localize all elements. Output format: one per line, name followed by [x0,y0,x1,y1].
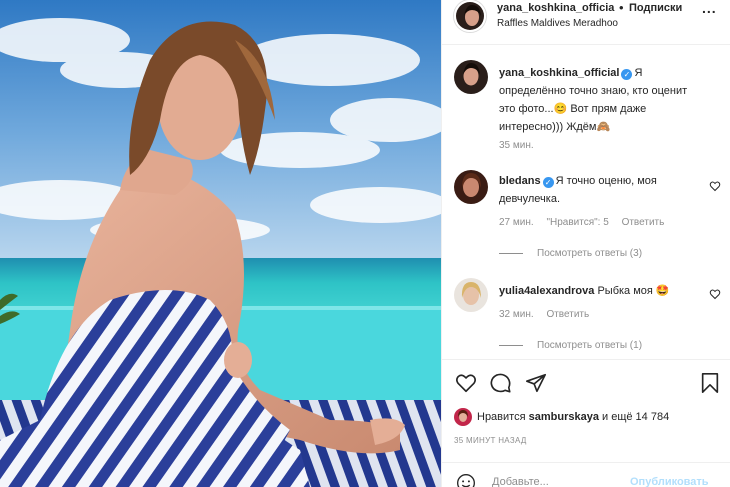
view-replies-label: Посмотреть ответы (3) [537,248,643,259]
comment-text-block: yulia4alexandrova Рыбка моя 🤩 [499,282,704,300]
comment-text-block: bledans ✓ Я точно оценю, моя девчулечка. [499,172,704,208]
post-location[interactable]: Raffles Maldives Meradhoo [497,18,618,29]
commenter-avatar-image [454,278,488,312]
author-avatar[interactable] [454,0,486,32]
author-username[interactable]: yana_koshkina_officia [497,2,614,14]
view-replies-label: Посмотреть ответы (1) [537,340,643,351]
following-button[interactable]: Подписки [629,2,682,14]
verified-badge-icon: ✓ [621,69,633,80]
comment-meta: 32 мин. Ответить [499,309,599,320]
publish-button[interactable]: Опубликовать [630,476,709,487]
more-options-icon[interactable]: ... [702,0,717,16]
author-avatar-image [456,2,484,30]
post-image [0,0,441,487]
likes-prefix: Нравится [477,410,526,423]
replies-divider-line [499,344,523,346]
liker-avatar[interactable] [454,408,472,426]
comment-username[interactable]: bledans [499,175,541,187]
comment-meta: 27 мин. "Нравится": 5 Ответить [499,217,674,228]
post-time-ago[interactable]: 35 МИНУТ НАЗАД [454,436,527,445]
likes-summary: Нравится samburskaya и ещё 14 784 [454,408,669,426]
replies-divider-line [499,252,523,254]
commenter-avatar[interactable] [454,170,488,204]
post-actions: Нравится samburskaya и ещё 14 784 35 МИН… [442,359,730,487]
view-replies-button[interactable]: Посмотреть ответы (1) [499,340,642,351]
caption-avatar-image [454,60,488,94]
comment-time[interactable]: 27 мин. [499,217,534,228]
comment-username[interactable]: yulia4alexandrova [499,285,594,297]
liker-username[interactable]: samburskaya [529,411,599,423]
save-bookmark-icon[interactable] [699,372,721,394]
post-side-panel: yana_koshkina_officia • Подписки ... Raf… [441,0,730,487]
comment-like-heart-icon[interactable] [709,288,721,300]
liker-avatar-image [454,408,472,426]
header-separator-dot: • [619,0,624,15]
caption-avatar[interactable] [454,60,488,94]
caption-username[interactable]: yana_koshkina_official [499,67,619,79]
verified-badge-icon: ✓ [542,177,554,188]
commenter-avatar[interactable] [454,278,488,312]
post-photo [0,0,441,487]
caption-text-block: yana_koshkina_official ✓ Я определённо точ… [499,64,704,136]
comment-like-heart-icon[interactable] [709,180,721,192]
view-replies-button[interactable]: Посмотреть ответы (3) [499,248,642,259]
post-header: yana_koshkina_officia • Подписки ... Raf… [442,0,730,45]
likes-count[interactable]: и ещё 14 784 [602,411,669,423]
caption-meta: 35 мин. [499,140,544,151]
comment-likes-count[interactable]: "Нравится": 5 [546,217,608,228]
caption-time[interactable]: 35 мин. [499,140,534,151]
comment-time[interactable]: 32 мин. [499,309,534,320]
comment-reply-button[interactable]: Ответить [622,217,665,228]
commenter-avatar-image [454,170,488,204]
comment-text: Рыбка моя 🤩 [597,285,670,297]
share-direct-icon[interactable] [525,372,547,394]
comment-bubble-icon[interactable] [490,372,512,394]
like-heart-icon[interactable] [455,372,477,394]
add-comment-input[interactable]: Добавьте... [492,476,549,487]
add-comment-bar: Добавьте... Опубликовать [442,462,730,487]
comment-reply-button[interactable]: Ответить [546,309,589,320]
emoji-smile-icon[interactable] [456,473,476,487]
